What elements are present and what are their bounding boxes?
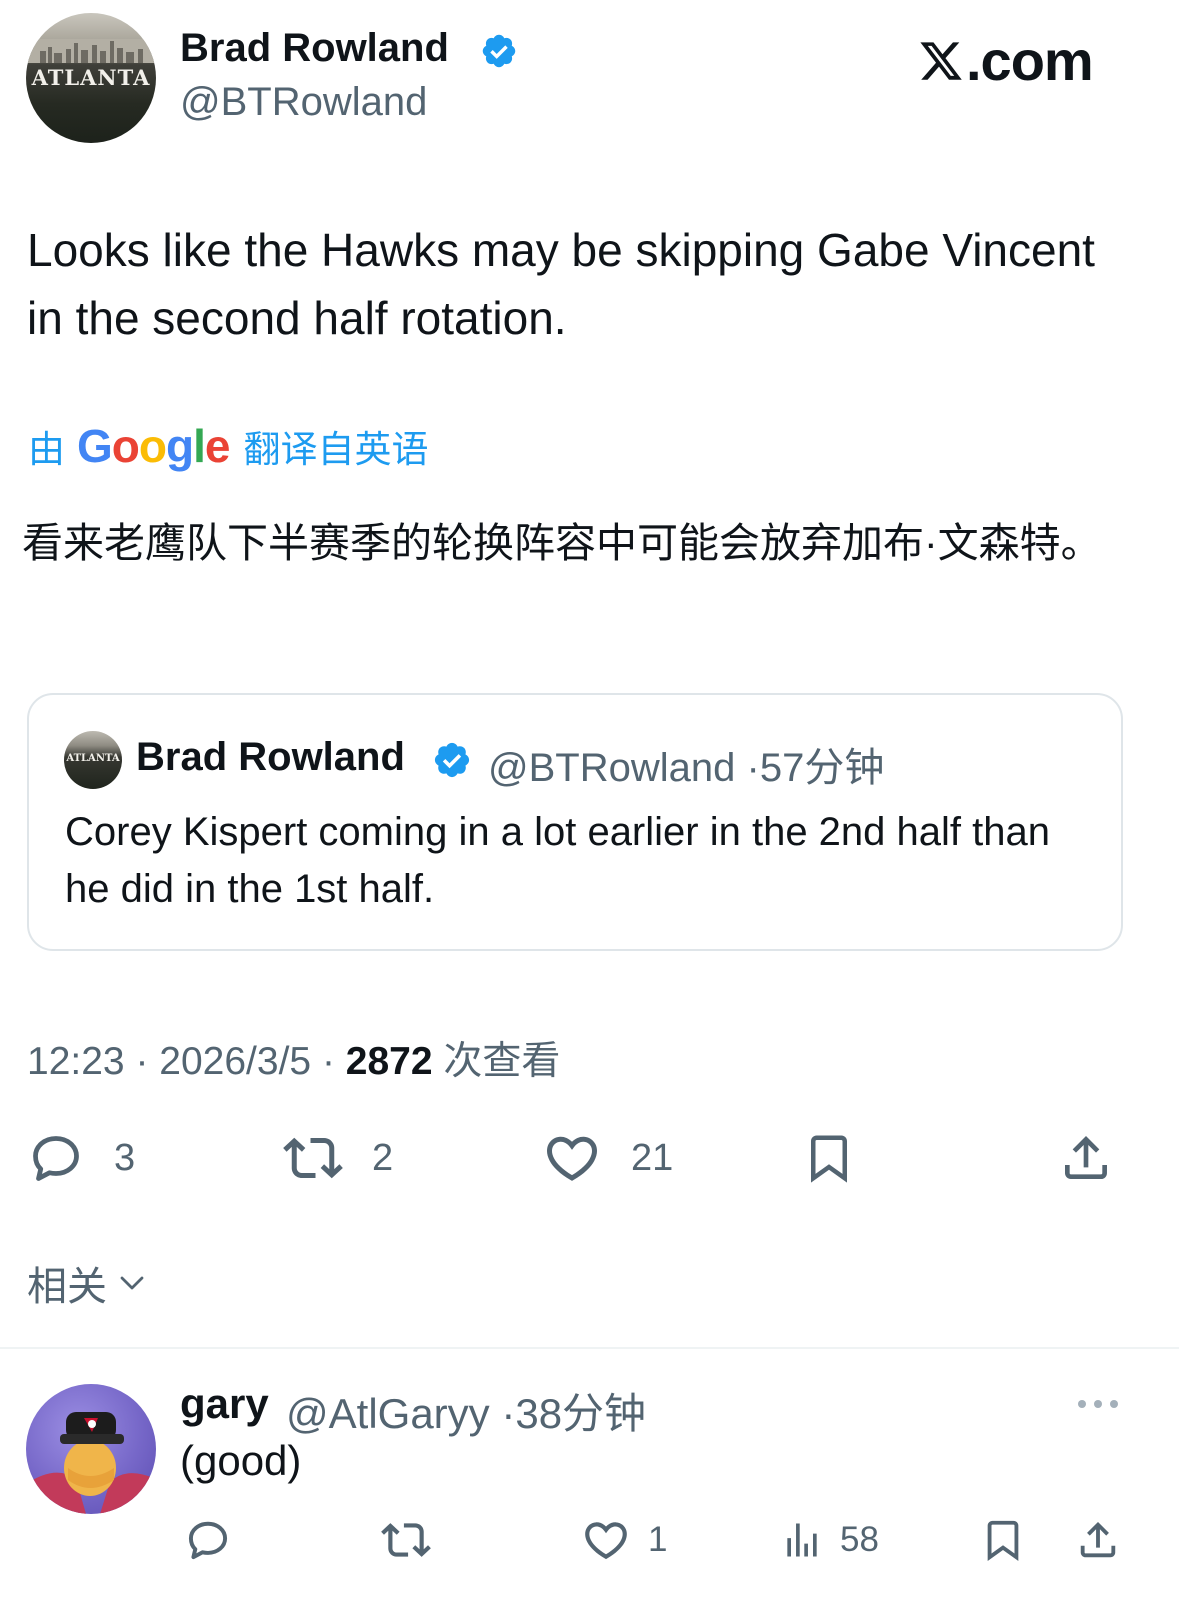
- skyline-graphic: [26, 39, 156, 63]
- avatar-text: ATLANTA: [31, 65, 151, 90]
- reply-share-button[interactable]: [1075, 1515, 1121, 1565]
- reply-button[interactable]: 3: [26, 1128, 135, 1188]
- views-label: 次查看: [443, 1040, 561, 1083]
- related-toggle[interactable]: 相关: [27, 1254, 147, 1312]
- separator: ·: [746, 746, 760, 790]
- tweet-text: Looks like the Hawks may be skipping Gab…: [27, 224, 1095, 344]
- reply-icon: [188, 1521, 228, 1560]
- translated-text: 看来老鹰队下半赛季的轮换阵容中可能会放弃加布·文森特。: [22, 520, 1102, 566]
- quote-author-name: Brad Rowland: [136, 735, 405, 779]
- quote-author-avatar[interactable]: ATLANTA: [64, 731, 122, 789]
- like-count: 21: [631, 1136, 674, 1179]
- x-logo-icon: [920, 42, 962, 80]
- tweet-timestamp-row: 12:23 · 2026/3/5 · 2872 次查看: [27, 1030, 560, 1086]
- quote-time: 57分钟: [759, 746, 885, 790]
- divider: [0, 1347, 1179, 1349]
- reply-author-name[interactable]: gary: [180, 1380, 269, 1428]
- reply-author-handle[interactable]: @AtlGaryy: [286, 1390, 490, 1437]
- author-handle[interactable]: @BTRowland: [180, 80, 427, 125]
- reply-views-count: 58: [840, 1520, 879, 1559]
- separator: ·: [135, 1040, 149, 1083]
- bookmark-icon: [811, 1135, 847, 1183]
- quote-text: Corey Kispert coming in a lot earlier in…: [65, 810, 1050, 911]
- reply-reply-button[interactable]: [183, 1515, 233, 1565]
- tweet-date[interactable]: 2026/3/5: [159, 1040, 311, 1083]
- retweet-icon: [283, 1137, 343, 1179]
- reply-count: 3: [114, 1136, 136, 1179]
- reply-time[interactable]: 38分钟: [515, 1390, 646, 1437]
- like-icon: [585, 1522, 627, 1560]
- reply-meta: @AtlGaryy ·38分钟: [286, 1380, 646, 1441]
- more-icon: [1078, 1400, 1118, 1408]
- like-icon: [546, 1136, 598, 1181]
- verified-badge-icon: [482, 34, 516, 68]
- retweet-count: 2: [372, 1136, 394, 1179]
- translate-suffix: 翻译自英语: [243, 429, 429, 470]
- quote-author-handle: @BTRowland: [488, 746, 736, 790]
- bookmark-icon: [987, 1520, 1019, 1561]
- site-name: .com: [966, 29, 1094, 92]
- verified-badge-icon: [434, 742, 470, 778]
- bookmark-button[interactable]: [802, 1128, 856, 1188]
- translation-attribution[interactable]: 由 Google 翻译自英语: [28, 420, 428, 472]
- reply-views-button[interactable]: 58: [780, 1515, 879, 1565]
- chevron-down-icon: [120, 1276, 144, 1290]
- author-avatar[interactable]: ATLANTA: [26, 13, 156, 143]
- reply-text: (good): [180, 1437, 302, 1484]
- quote-avatar-text: ATLANTA: [66, 753, 120, 764]
- retweet-button[interactable]: 2: [282, 1128, 393, 1188]
- separator: ·: [501, 1390, 516, 1437]
- share-icon: [1065, 1136, 1107, 1179]
- translate-prefix: 由: [28, 429, 65, 470]
- reply-retweet-button[interactable]: [380, 1515, 432, 1565]
- reply-bookmark-button[interactable]: [980, 1515, 1026, 1565]
- views-icon: [787, 1523, 817, 1557]
- share-button[interactable]: [1058, 1128, 1114, 1188]
- reply-author-avatar[interactable]: [26, 1384, 156, 1514]
- avatar-illustration: [26, 1412, 156, 1514]
- views-count: 2872: [345, 1040, 433, 1083]
- more-options-button[interactable]: [1076, 1388, 1120, 1422]
- reply-like-button[interactable]: 1: [580, 1515, 667, 1565]
- tweet-time[interactable]: 12:23: [27, 1040, 125, 1083]
- quote-meta: @BTRowland ·57分钟: [488, 735, 884, 793]
- x-com-logo: .com: [918, 28, 1094, 93]
- share-icon: [1080, 1521, 1116, 1558]
- related-label: 相关: [27, 1265, 107, 1309]
- google-logo: Google: [77, 420, 230, 472]
- reply-icon: [33, 1136, 79, 1181]
- separator: ·: [321, 1040, 335, 1083]
- like-button[interactable]: 21: [541, 1128, 673, 1188]
- retweet-icon: [381, 1523, 431, 1557]
- reply-like-count: 1: [648, 1520, 668, 1559]
- author-name[interactable]: Brad Rowland: [180, 26, 449, 71]
